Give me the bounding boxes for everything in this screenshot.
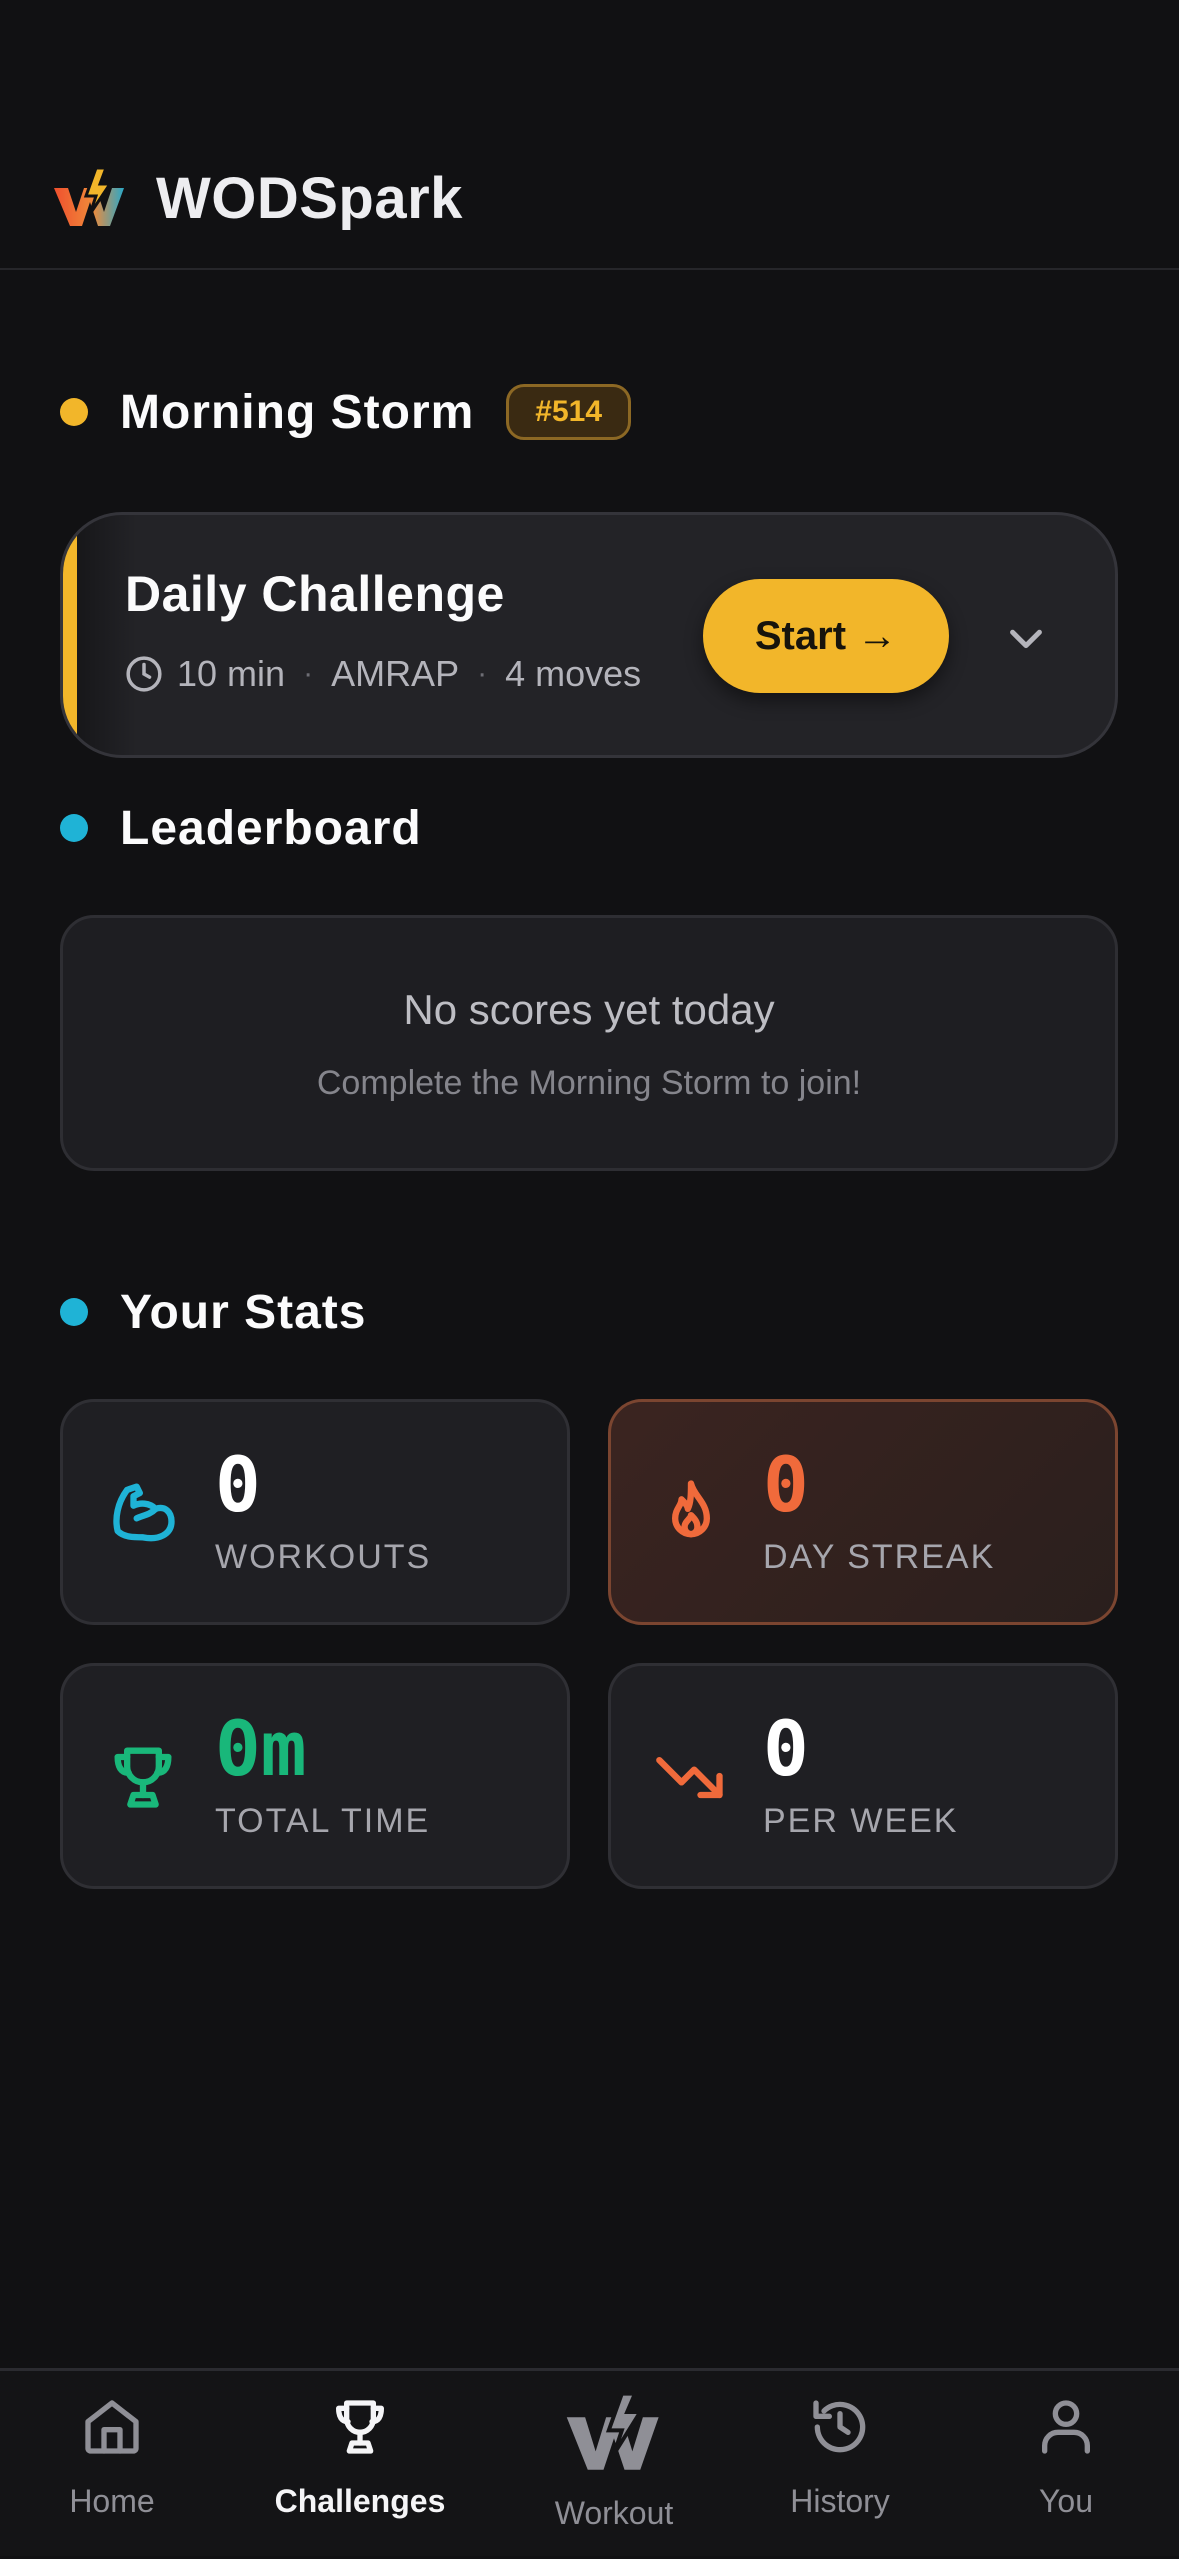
app-title: WODSpark — [156, 166, 463, 231]
stat-card-per-week: 0 PER WEEK — [608, 1663, 1118, 1889]
nav-item-challenges[interactable]: Challenges — [260, 2371, 460, 2559]
stat-label: DAY STREAK — [763, 1538, 996, 1576]
nav-item-you[interactable]: You — [966, 2371, 1166, 2559]
flame-icon — [672, 1480, 710, 1538]
challenge-number-badge: #514 — [506, 384, 632, 440]
challenge-title: Daily Challenge — [125, 566, 505, 622]
section-dot — [60, 398, 88, 426]
morning-storm-heading: Morning Storm #514 — [60, 382, 632, 442]
stat-value: 0 — [215, 1440, 261, 1529]
leaderboard-empty-card: No scores yet today Complete the Morning… — [60, 915, 1118, 1171]
daily-challenge-card[interactable]: Daily Challenge 10 min · AMRAP · 4 moves… — [60, 512, 1118, 758]
chevron-down-icon[interactable] — [1003, 615, 1049, 661]
section-title: Leaderboard — [120, 801, 422, 855]
trophy-icon — [114, 1747, 172, 1808]
challenge-format: AMRAP — [331, 653, 460, 694]
stat-value: 0 — [763, 1440, 809, 1529]
card-accent-shade — [77, 515, 137, 755]
stat-card-workouts: 0 WORKOUTS — [60, 1399, 570, 1625]
clock-icon — [126, 656, 162, 692]
your-stats-heading: Your Stats — [60, 1282, 366, 1342]
wodspark-logo-icon — [54, 166, 124, 226]
section-title: Morning Storm — [120, 385, 475, 439]
trend-down-icon — [656, 1757, 723, 1799]
challenge-duration: 10 min — [177, 653, 286, 694]
home-icon — [85, 2400, 139, 2454]
trophy-icon — [336, 2400, 384, 2454]
card-accent-bar — [63, 515, 77, 755]
stat-card-total-time: 0m TOTAL TIME — [60, 1663, 570, 1889]
wodspark-logo-icon — [566, 2391, 659, 2470]
nav-label: History — [790, 2483, 890, 2519]
nav-label: You — [1039, 2483, 1093, 2519]
stat-card-day-streak: 0 DAY STREAK — [608, 1399, 1118, 1625]
nav-label: Challenges — [274, 2483, 446, 2519]
section-dot — [60, 1298, 88, 1326]
section-dot — [60, 814, 88, 842]
bottom-nav: Home Challenges Workout History You — [0, 2368, 1179, 2556]
leaderboard-empty-subtitle: Complete the Morning Storm to join! — [316, 1064, 862, 1102]
app-header: WODSpark — [0, 0, 1179, 270]
meta-separator: · — [477, 657, 488, 690]
stat-value: 0 — [763, 1704, 809, 1793]
nav-label: Home — [69, 2483, 155, 2519]
leaderboard-empty-title: No scores yet today — [403, 986, 775, 1033]
stat-label: WORKOUTS — [215, 1538, 432, 1576]
nav-label: Workout — [554, 2495, 674, 2531]
stat-value: 0m — [215, 1704, 307, 1793]
nav-item-workout[interactable]: Workout — [514, 2371, 714, 2559]
stat-label: PER WEEK — [763, 1802, 959, 1840]
nav-item-history[interactable]: History — [740, 2371, 940, 2559]
bicep-icon — [113, 1483, 175, 1542]
challenge-meta: 10 min · AMRAP · 4 moves — [125, 653, 641, 695]
history-icon — [813, 2400, 866, 2453]
user-icon — [1042, 2400, 1090, 2454]
section-title: Your Stats — [120, 1285, 367, 1339]
nav-item-home[interactable]: Home — [12, 2371, 212, 2559]
meta-separator: · — [303, 657, 314, 690]
stat-label: TOTAL TIME — [215, 1802, 431, 1840]
leaderboard-heading: Leaderboard — [60, 798, 422, 858]
start-button[interactable]: Start → — [703, 579, 949, 693]
challenge-moves: 4 moves — [505, 653, 642, 694]
